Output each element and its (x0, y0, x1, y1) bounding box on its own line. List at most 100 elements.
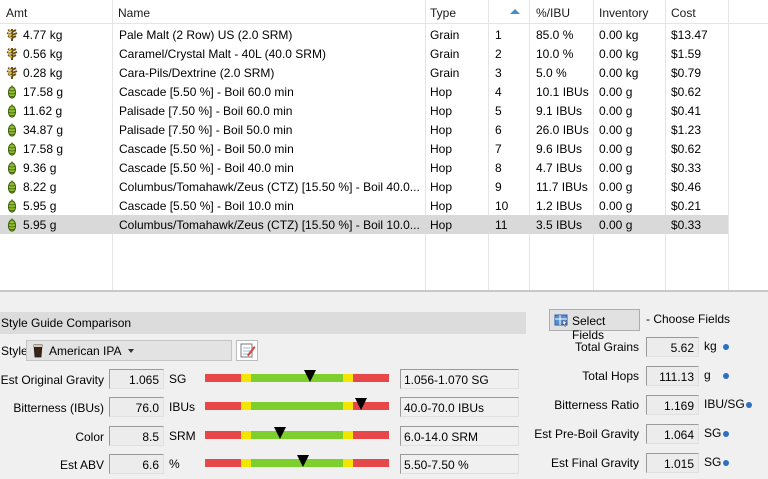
hop-icon (5, 161, 19, 175)
param-label: Color (75, 430, 104, 444)
type-cell: Grain (430, 47, 460, 61)
column-header-type[interactable]: Type (430, 6, 456, 20)
table-row[interactable]: 11.62 g Palisade [7.50 %] - Boil 60.0 min… (0, 101, 728, 120)
field-label: Est Pre-Boil Gravity (534, 427, 639, 441)
inventory-cell: 0.00 g (599, 199, 633, 213)
grain-icon (5, 47, 19, 61)
style-guide-header: Style Guide Comparison (0, 312, 526, 334)
type-cell: Grain (430, 66, 460, 80)
percent-ibu-cell: 26.0 IBUs (536, 123, 589, 137)
param-label: Est ABV (59, 458, 104, 472)
name-cell: Palisade [7.50 %] - Boil 60.0 min (119, 104, 293, 118)
name-cell: Caramel/Crystal Malt - 40L (40.0 SRM) (119, 47, 326, 61)
order-cell: 9 (495, 180, 502, 194)
inventory-cell: 0.00 g (599, 161, 633, 175)
info-dot-icon[interactable] (723, 373, 729, 379)
hop-icon (5, 104, 19, 118)
table-row[interactable]: 5.95 g Columbus/Tomahawk/Zeus (CTZ) [15.5… (0, 215, 728, 234)
field-value: 1.015 (646, 453, 699, 473)
inventory-cell: 0.00 g (599, 104, 633, 118)
percent-ibu-cell: 5.0 % (536, 66, 567, 80)
table-row[interactable]: 17.58 g Cascade [5.50 %] - Boil 60.0 min H… (0, 82, 728, 101)
percent-ibu-cell: 1.2 IBUs (536, 199, 583, 213)
hop-icon (5, 142, 19, 156)
hop-icon (5, 199, 19, 213)
sort-ascending-icon[interactable] (510, 9, 520, 14)
style-dropdown-value: American IPA (49, 344, 122, 358)
splitter[interactable] (0, 290, 768, 292)
table-row[interactable]: 5.95 g Cascade [5.50 %] - Boil 10.0 min Ho… (0, 196, 728, 215)
param-unit: % (169, 457, 180, 471)
field-value: 111.13 (646, 366, 699, 386)
param-value: 6.6 (109, 454, 164, 474)
inventory-cell: 0.00 g (599, 123, 633, 137)
table-row[interactable]: 9.36 g Cascade [5.50 %] - Boil 40.0 min Ho… (0, 158, 728, 177)
table-row[interactable]: 34.87 g Palisade [7.50 %] - Boil 50.0 min… (0, 120, 728, 139)
inventory-cell: 0.00 g (599, 218, 633, 232)
info-dot-icon[interactable] (723, 431, 729, 437)
select-fields-label: Select Fields (572, 314, 606, 342)
param-unit: SG (169, 372, 187, 386)
table-fields-icon (554, 314, 568, 327)
name-cell: Cara-Pils/Dextrine (2.0 SRM) (119, 66, 275, 80)
table-row[interactable]: 8.22 g Columbus/Tomahawk/Zeus (CTZ) [15.5… (0, 177, 728, 196)
hop-icon (5, 218, 19, 232)
amount-cell: 8.22 g (23, 180, 57, 194)
param-unit: SRM (169, 429, 196, 443)
param-value: 1.065 (109, 369, 164, 389)
order-cell: 4 (495, 85, 502, 99)
name-cell: Cascade [5.50 %] - Boil 10.0 min (119, 199, 294, 213)
style-dropdown[interactable]: American IPA (26, 340, 232, 361)
amount-cell: 5.95 g (23, 199, 57, 213)
hop-icon (5, 123, 19, 137)
name-cell: Palisade [7.50 %] - Boil 50.0 min (119, 123, 293, 137)
column-header-pct-ibu[interactable]: %/IBU (536, 6, 570, 20)
field-label: Total Grains (574, 340, 639, 354)
percent-ibu-cell: 9.1 IBUs (536, 104, 583, 118)
field-unit: IBU/SG (704, 397, 745, 411)
cost-cell: $1.59 (671, 47, 702, 61)
field-value: 1.064 (646, 424, 699, 444)
param-label: Bitterness (IBUs) (13, 401, 104, 415)
table-row[interactable]: 17.58 g Cascade [5.50 %] - Boil 50.0 min H… (0, 139, 728, 158)
style-guide-title: Style Guide Comparison (1, 316, 132, 330)
field-unit: kg (704, 339, 717, 353)
type-cell: Hop (430, 218, 453, 232)
percent-ibu-cell: 3.5 IBUs (536, 218, 583, 232)
column-header-amt[interactable]: Amt (6, 6, 27, 20)
info-dot-icon[interactable] (723, 344, 729, 350)
type-cell: Hop (430, 161, 453, 175)
info-dot-icon[interactable] (746, 402, 752, 408)
grain-icon (5, 28, 19, 42)
type-cell: Grain (430, 28, 460, 42)
edit-document-icon (240, 343, 256, 358)
percent-ibu-cell: 10.0 % (536, 47, 574, 61)
column-header-inventory[interactable]: Inventory (599, 6, 648, 20)
name-cell: Cascade [5.50 %] - Boil 40.0 min (119, 161, 294, 175)
hop-icon (5, 85, 19, 99)
table-row[interactable]: 0.28 kg Cara-Pils/Dextrine (2.0 SRM) Grain… (0, 63, 728, 82)
percent-ibu-cell: 9.6 IBUs (536, 142, 583, 156)
param-range: 40.0-70.0 IBUs (400, 397, 519, 417)
order-cell: 8 (495, 161, 502, 175)
order-cell: 1 (495, 28, 502, 42)
select-fields-button[interactable]: Select Fields (549, 309, 640, 342)
percent-ibu-cell: 4.7 IBUs (536, 161, 583, 175)
info-dot-icon[interactable] (723, 460, 729, 466)
param-marker-icon (355, 398, 368, 410)
field-unit: SG (704, 426, 722, 440)
ingredients-grid[interactable]: Amt Name Type %/IBU Inventory Cost 4.77 … (0, 0, 768, 292)
type-cell: Hop (430, 142, 453, 156)
percent-ibu-cell: 11.7 IBUs (536, 180, 588, 194)
amount-cell: 9.36 g (23, 161, 57, 175)
table-row[interactable]: 0.56 kg Caramel/Crystal Malt - 40L (40.0 … (0, 44, 728, 63)
param-unit: IBUs (169, 400, 196, 414)
column-header-cost[interactable]: Cost (671, 6, 696, 20)
edit-style-button[interactable] (236, 340, 258, 361)
inventory-cell: 0.00 kg (599, 28, 639, 42)
column-header-name[interactable]: Name (118, 6, 150, 20)
inventory-cell: 0.00 g (599, 142, 633, 156)
table-row[interactable]: 4.77 kg Pale Malt (2 Row) US (2.0 SRM) Gra… (0, 25, 728, 44)
field-value: 1.169 (646, 395, 699, 415)
field-label: Est Final Gravity (550, 456, 639, 470)
